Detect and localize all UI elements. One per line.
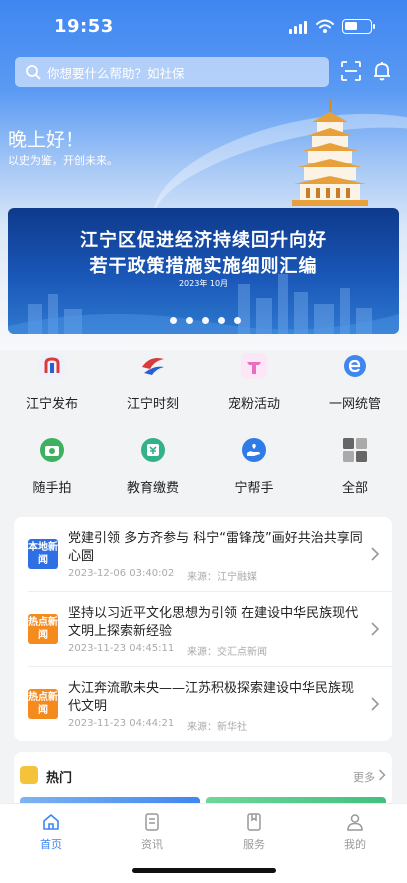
fan-gift-icon [241, 353, 267, 379]
banner-title-line1: 江宁区促进经济持续回升向好 [80, 230, 327, 251]
news-date: 2023-12-06 03:40:02 [68, 568, 175, 579]
chevron-right-icon[interactable] [378, 769, 386, 781]
news-tag-hot: 热点新闻 [28, 614, 58, 644]
banner-title-line2: 若干政策措施实施细则汇编 [89, 256, 318, 277]
tab-label: 资讯 [141, 838, 163, 851]
carousel-dot[interactable] [170, 317, 177, 324]
news-source: 来源：新华社 [187, 722, 247, 733]
news-title: 大江奔流歌未央——江苏积极探索建设中华民族现代文明 [68, 681, 355, 714]
news-item[interactable]: 热点新闻 大江奔流歌未央——江苏积极探索建设中华民族现代文明 2023-11-2… [14, 667, 392, 742]
search-icon [26, 65, 41, 80]
cellular-signal-icon [289, 21, 307, 34]
service-unified-management[interactable]: 一网统管 [305, 353, 405, 412]
home-icon [43, 814, 59, 830]
service-helping-hand[interactable]: 宁帮手 [204, 437, 304, 496]
services-icon [247, 813, 261, 831]
news-source: 来源：交汇点新闻 [187, 647, 267, 658]
more-link[interactable]: 更多 [353, 769, 375, 785]
banner-date: 2023年 10月 [178, 279, 229, 288]
hot-section-title: 热门 [46, 771, 73, 786]
service-fan-activity[interactable]: 宠粉活动 [204, 353, 304, 412]
news-banner-carousel[interactable]: 江宁区促进经济持续回升向好 若干政策措施实施细则汇编 2023年 10月 [8, 208, 399, 334]
service-label: 宁帮手 [234, 481, 274, 496]
unified-management-icon [344, 355, 366, 377]
tab-home[interactable]: 首页 [21, 812, 81, 852]
tab-news[interactable]: 资讯 [122, 812, 182, 852]
wifi-icon [316, 19, 334, 33]
chevron-right-icon [371, 622, 380, 636]
news-title: 坚持以习近平文化思想为引领 在建设中华民族现代文明上探索新经验 [68, 606, 359, 639]
service-education-payment[interactable]: 教育缴费 [103, 437, 203, 496]
news-source: 来源：江宁融媒 [187, 572, 257, 583]
pagoda-illustration [292, 100, 368, 206]
greeting-text: 晚上好！ [8, 129, 85, 151]
person-icon [347, 814, 363, 831]
news-list-card: 本地新闻 党建引领 多方齐参与 科宁“雷锋茂”画好共治共享同心圆 2023-12… [14, 517, 392, 741]
education-payment-icon [141, 438, 165, 462]
helping-hand-icon [242, 438, 266, 462]
service-label: 随手拍 [32, 481, 72, 496]
scan-icon[interactable] [340, 60, 362, 82]
tab-services[interactable]: 服务 [224, 812, 284, 852]
tab-label: 我的 [344, 838, 366, 851]
news-title: 党建引领 多方齐参与 科宁“雷锋茂”画好共治共享同心圆 [68, 531, 363, 564]
greeting-subtitle: 以史为鉴，开创未来。 [8, 154, 118, 167]
chevron-right-icon [371, 697, 380, 711]
battery-icon [342, 19, 375, 34]
all-apps-icon [343, 438, 367, 462]
news-icon [145, 813, 159, 831]
tab-label: 服务 [243, 838, 265, 851]
carousel-dot[interactable] [202, 317, 209, 324]
carousel-dot[interactable] [186, 317, 193, 324]
search-bar[interactable]: 你想要什么帮助？如社保 [15, 57, 329, 87]
chevron-right-icon [371, 547, 380, 561]
news-date: 2023-11-23 04:45:11 [68, 643, 175, 654]
news-date: 2023-11-23 04:44:21 [68, 718, 175, 729]
service-label: 宠粉活动 [227, 397, 280, 412]
jiangning-release-icon [39, 353, 65, 379]
service-label: 全部 [341, 481, 368, 496]
service-snapshot[interactable]: 随手拍 [2, 437, 102, 496]
status-bar: 19:53 [0, 0, 407, 52]
tab-profile[interactable]: 我的 [325, 812, 385, 852]
camera-icon [40, 438, 64, 462]
status-time: 19:53 [54, 16, 114, 37]
news-tag-local: 本地新闻 [28, 539, 58, 569]
jiangning-moment-icon [142, 358, 164, 375]
notification-bell-icon[interactable] [371, 60, 393, 82]
news-tag-hot: 热点新闻 [28, 689, 58, 719]
hot-icon [20, 766, 38, 784]
service-all[interactable]: 全部 [305, 437, 405, 496]
service-label: 教育缴费 [126, 481, 179, 496]
news-item[interactable]: 本地新闻 党建引领 多方齐参与 科宁“雷锋茂”画好共治共享同心圆 2023-12… [14, 517, 392, 592]
service-jiangning-moment[interactable]: 江宁时刻 [103, 353, 203, 412]
news-item[interactable]: 热点新闻 坚持以习近平文化思想为引领 在建设中华民族现代文明上探索新经验 202… [14, 592, 392, 667]
service-label: 江宁发布 [25, 397, 78, 412]
home-indicator [132, 868, 276, 873]
service-label: 一网统管 [328, 397, 381, 412]
carousel-indicator[interactable] [170, 317, 241, 324]
search-placeholder: 你想要什么帮助？如社保 [47, 65, 185, 81]
tab-label: 首页 [40, 838, 62, 851]
carousel-dot[interactable] [234, 317, 241, 324]
service-label: 江宁时刻 [126, 397, 179, 412]
carousel-dot[interactable] [218, 317, 225, 324]
service-jiangning-release[interactable]: 江宁发布 [2, 353, 102, 412]
